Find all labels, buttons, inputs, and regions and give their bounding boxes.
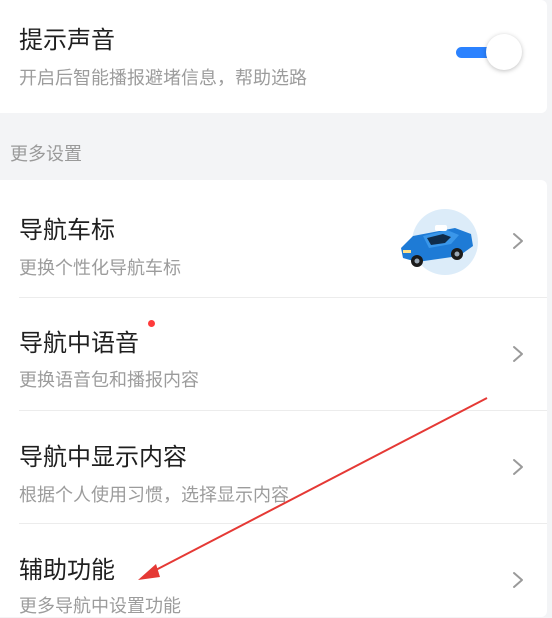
display-content-subtitle: 根据个人使用习惯，选择显示内容 [19,485,289,506]
new-badge-dot [148,320,155,327]
voice-subtitle: 更换语音包和播报内容 [19,370,199,391]
sound-title: 提示声音 [19,26,115,54]
chevron-right-icon [513,233,523,249]
sound-subtitle: 开启后智能播报避堵信息，帮助选路 [19,68,307,89]
car-icon [401,209,478,275]
setting-item-voice[interactable]: 导航中语音 更换语音包和播报内容 [0,298,547,410]
setting-item-display-content[interactable]: 导航中显示内容 根据个人使用习惯，选择显示内容 [0,411,547,523]
chevron-right-icon [513,459,523,475]
sound-setting-card: 提示声音 开启后智能播报避堵信息，帮助选路 [0,0,547,113]
sound-toggle[interactable] [456,34,524,72]
toggle-knob [486,34,522,70]
car-marker-subtitle: 更换个性化导航车标 [19,258,181,279]
chevron-right-icon [513,346,523,362]
section-label: 更多设置 [10,144,82,165]
display-content-title: 导航中显示内容 [19,443,187,471]
assist-functions-subtitle: 更多导航中设置功能 [19,596,181,617]
voice-title: 导航中语音 [19,329,139,357]
car-marker-title: 导航车标 [19,216,115,244]
chevron-right-icon [513,572,523,588]
assist-functions-title: 辅助功能 [19,556,115,584]
setting-item-assist-functions[interactable]: 辅助功能 更多导航中设置功能 [0,524,547,617]
